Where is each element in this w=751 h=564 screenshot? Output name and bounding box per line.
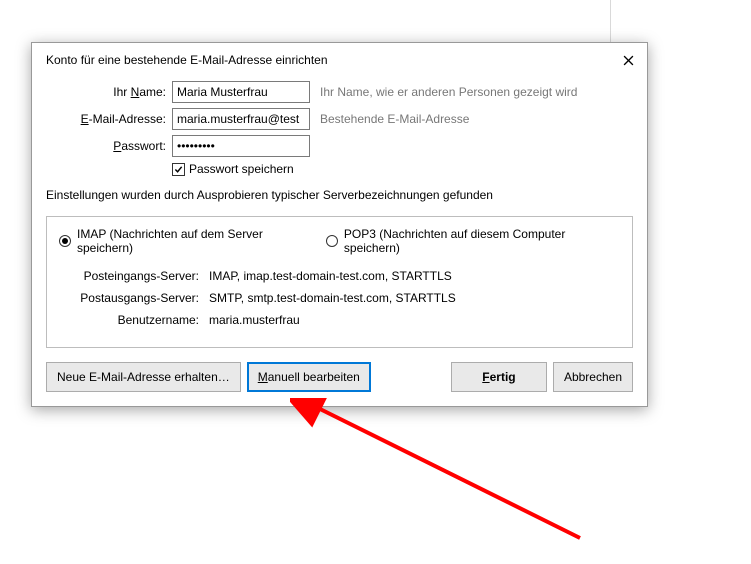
server-settings-panel: IMAP (Nachrichten auf dem Server speiche… [46,216,633,348]
cancel-button[interactable]: Abbrechen [553,362,633,392]
name-label: Ihr Name: [46,85,172,99]
email-row: E-Mail-Adresse: Bestehende E-Mail-Adress… [46,108,633,130]
account-setup-dialog: Konto für eine bestehende E-Mail-Adresse… [31,42,648,407]
name-row: Ihr Name: Ihr Name, wie er anderen Perso… [46,81,633,103]
done-button[interactable]: Fertig [451,362,547,392]
remember-password-row: Passwort speichern [172,162,633,176]
outgoing-server-row: Postausgangs-Server: SMTP, smtp.test-dom… [59,291,620,305]
dialog-button-row: Neue E-Mail-Adresse erhalten… Manuell be… [46,362,633,392]
status-text: Einstellungen wurden durch Ausprobieren … [46,188,633,202]
outgoing-server-label: Postausgangs-Server: [59,291,209,305]
check-icon [174,165,183,174]
remember-password-checkbox[interactable] [172,163,185,176]
name-hint: Ihr Name, wie er anderen Personen gezeig… [320,85,577,99]
incoming-server-value: IMAP, imap.test-domain-test.com, STARTTL… [209,269,452,283]
imap-radio-label: IMAP (Nachrichten auf dem Server speiche… [77,227,306,255]
password-row: Passwort: [46,135,633,157]
pop3-radio[interactable] [326,235,338,247]
email-input[interactable] [172,108,310,130]
email-hint: Bestehende E-Mail-Adresse [320,112,469,126]
pop3-radio-label: POP3 (Nachrichten auf diesem Computer sp… [344,227,606,255]
close-button[interactable] [619,51,637,69]
name-input[interactable] [172,81,310,103]
password-input[interactable] [172,135,310,157]
titlebar: Konto für eine bestehende E-Mail-Adresse… [32,43,647,75]
incoming-server-row: Posteingangs-Server: IMAP, imap.test-dom… [59,269,620,283]
email-label: E-Mail-Adresse: [46,112,172,126]
username-label: Benutzername: [59,313,209,327]
dialog-title: Konto für eine bestehende E-Mail-Adresse… [46,53,328,67]
new-email-address-button[interactable]: Neue E-Mail-Adresse erhalten… [46,362,241,392]
protocol-radio-row: IMAP (Nachrichten auf dem Server speiche… [59,227,620,255]
outgoing-server-value: SMTP, smtp.test-domain-test.com, STARTTL… [209,291,456,305]
imap-radio[interactable] [59,235,71,247]
username-row: Benutzername: maria.musterfrau [59,313,620,327]
username-value: maria.musterfrau [209,313,300,327]
remember-password-label: Passwort speichern [189,162,294,176]
password-label: Passwort: [46,139,172,153]
manual-edit-button[interactable]: Manuell bearbeiten [247,362,371,392]
dialog-body: Ihr Name: Ihr Name, wie er anderen Perso… [32,75,647,406]
annotation-arrow [290,398,610,558]
close-icon [623,55,634,66]
incoming-server-label: Posteingangs-Server: [59,269,209,283]
